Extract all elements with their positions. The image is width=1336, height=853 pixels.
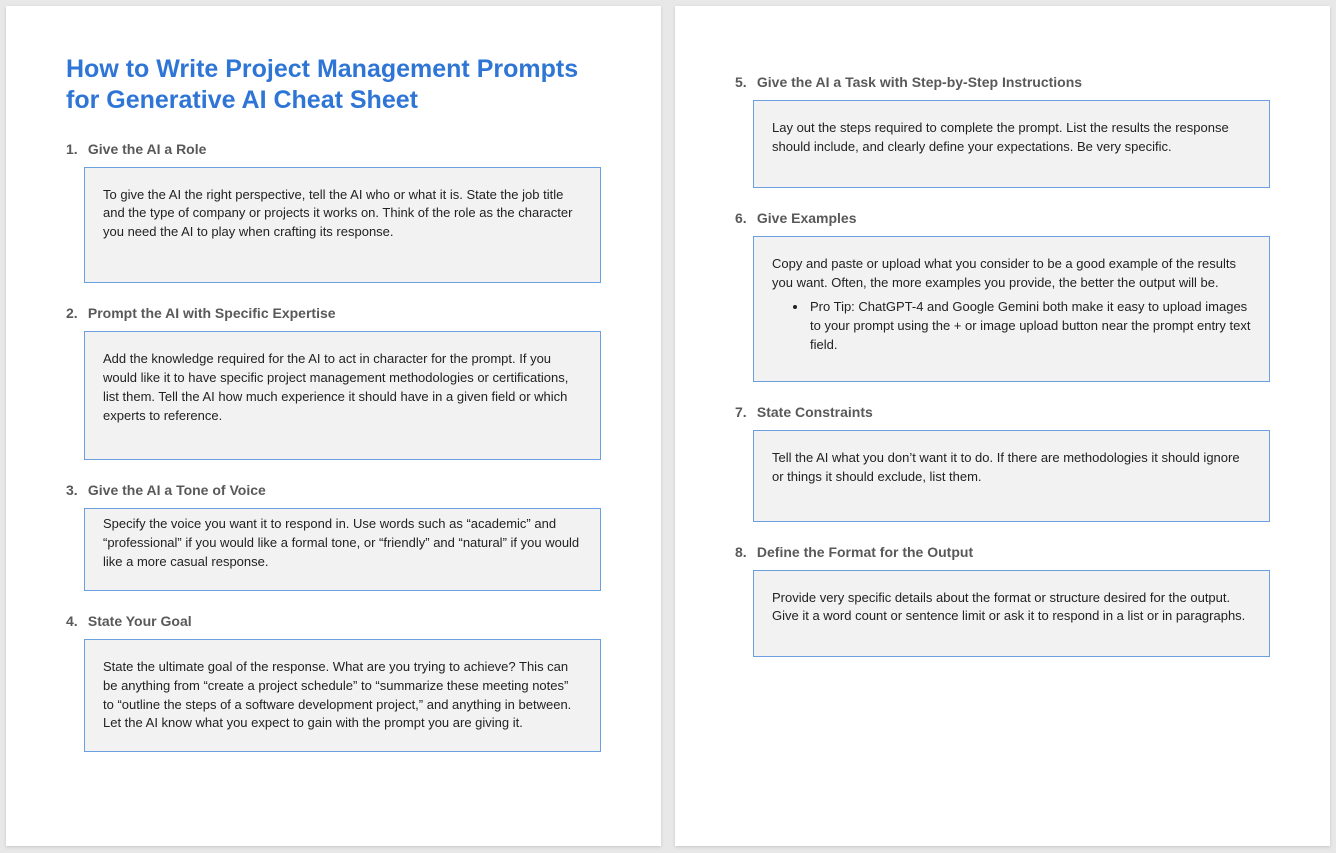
page-1: How to Write Project Management Prompts … xyxy=(6,6,661,846)
section-heading-text: State Your Goal xyxy=(88,613,192,629)
section-7: 7. State Constraints Tell the AI what yo… xyxy=(735,404,1270,522)
section-body-text: Tell the AI what you don’t want it to do… xyxy=(772,450,1240,484)
section-heading: 3. Give the AI a Tone of Voice xyxy=(66,482,601,498)
section-heading-text: State Constraints xyxy=(757,404,873,420)
section-number: 7. xyxy=(735,404,753,420)
section-body-box: To give the AI the right perspective, te… xyxy=(84,167,601,284)
section-heading: 1. Give the AI a Role xyxy=(66,141,601,157)
section-body-box: Specify the voice you want it to respond… xyxy=(84,508,601,591)
section-bullet-list: Pro Tip: ChatGPT-4 and Google Gemini bot… xyxy=(772,298,1251,355)
section-heading-text: Prompt the AI with Specific Expertise xyxy=(88,305,336,321)
section-body-text: State the ultimate goal of the response.… xyxy=(103,659,571,731)
section-number: 2. xyxy=(66,305,84,321)
section-body-box: Copy and paste or upload what you consid… xyxy=(753,236,1270,382)
section-heading: 2. Prompt the AI with Specific Expertise xyxy=(66,305,601,321)
section-3: 3. Give the AI a Tone of Voice Specify t… xyxy=(66,482,601,591)
section-heading-text: Give the AI a Role xyxy=(88,141,207,157)
section-number: 3. xyxy=(66,482,84,498)
section-heading: 8. Define the Format for the Output xyxy=(735,544,1270,560)
section-2: 2. Prompt the AI with Specific Expertise… xyxy=(66,305,601,460)
section-body-text: Provide very specific details about the … xyxy=(772,590,1245,624)
section-body-box: Tell the AI what you don’t want it to do… xyxy=(753,430,1270,522)
section-number: 5. xyxy=(735,74,753,90)
section-heading-text: Give Examples xyxy=(757,210,857,226)
page-2: 5. Give the AI a Task with Step-by-Step … xyxy=(675,6,1330,846)
section-body-box: State the ultimate goal of the response.… xyxy=(84,639,601,752)
section-heading-text: Give the AI a Tone of Voice xyxy=(88,482,266,498)
section-heading: 7. State Constraints xyxy=(735,404,1270,420)
section-number: 6. xyxy=(735,210,753,226)
section-body-text: Copy and paste or upload what you consid… xyxy=(772,256,1236,290)
section-body-text: Specify the voice you want it to respond… xyxy=(103,516,579,569)
section-heading: 4. State Your Goal xyxy=(66,613,601,629)
section-number: 8. xyxy=(735,544,753,560)
section-body-box: Lay out the steps required to complete t… xyxy=(753,100,1270,188)
section-4: 4. State Your Goal State the ultimate go… xyxy=(66,613,601,752)
section-number: 1. xyxy=(66,141,84,157)
section-heading-text: Give the AI a Task with Step-by-Step Ins… xyxy=(757,74,1082,90)
section-body-text: Add the knowledge required for the AI to… xyxy=(103,351,568,423)
document-title: How to Write Project Management Prompts … xyxy=(66,54,601,117)
section-heading: 5. Give the AI a Task with Step-by-Step … xyxy=(735,74,1270,90)
section-body-box: Provide very specific details about the … xyxy=(753,570,1270,658)
section-number: 4. xyxy=(66,613,84,629)
section-heading: 6. Give Examples xyxy=(735,210,1270,226)
section-heading-text: Define the Format for the Output xyxy=(757,544,973,560)
section-1: 1. Give the AI a Role To give the AI the… xyxy=(66,141,601,284)
section-8: 8. Define the Format for the Output Prov… xyxy=(735,544,1270,658)
section-body-box: Add the knowledge required for the AI to… xyxy=(84,331,601,460)
section-body-text: Lay out the steps required to complete t… xyxy=(772,120,1229,154)
section-5: 5. Give the AI a Task with Step-by-Step … xyxy=(735,74,1270,188)
section-6: 6. Give Examples Copy and paste or uploa… xyxy=(735,210,1270,382)
section-bullet-item: Pro Tip: ChatGPT-4 and Google Gemini bot… xyxy=(808,298,1251,355)
section-body-text: To give the AI the right perspective, te… xyxy=(103,187,572,240)
